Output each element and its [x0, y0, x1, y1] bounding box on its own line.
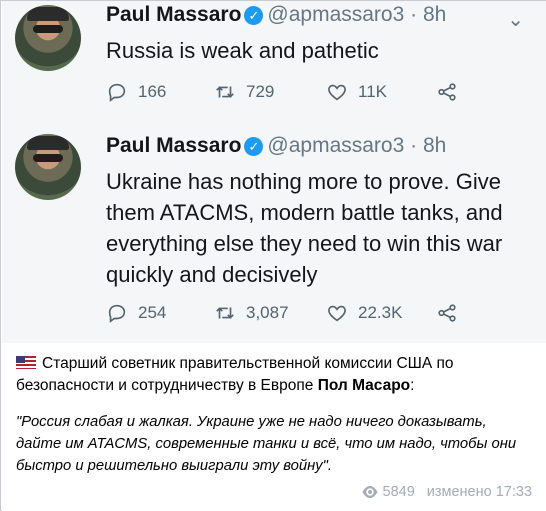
tweet-actions: 166 729 11K	[106, 81, 468, 103]
retweet-count: 3,087	[246, 303, 289, 322]
avatar	[15, 5, 81, 71]
eye-icon	[362, 486, 377, 498]
author-name: Paul Massaro	[106, 3, 242, 26]
like-action: 22.3K	[326, 302, 436, 324]
retweet-action: 3,087	[214, 302, 326, 324]
sunglasses-shape	[33, 154, 63, 162]
tweet-screenshot: Paul Massaro ✓ @apmassaro3 · 8h ⌄ Russia i…	[2, 1, 546, 343]
tweet-text: Russia is weak and pathetic	[106, 38, 379, 63]
edited-label: изменено	[426, 484, 492, 500]
reply-icon	[108, 304, 126, 323]
reply-icon	[108, 83, 126, 102]
cap-shape	[27, 7, 69, 21]
post-meta: 5849 изменено 17:33	[361, 481, 532, 503]
retweet-icon	[216, 307, 234, 319]
like-action: 11K	[326, 81, 436, 103]
reply-action: 254	[106, 302, 214, 324]
caption-intro: Старший советник правительственной комис…	[16, 353, 532, 397]
share-action	[436, 81, 468, 103]
tweet-header: Paul Massaro ✓ @apmassaro3 · 8h	[106, 3, 446, 27]
tweet: Paul Massaro ✓ @apmassaro3 · 8h ⌄ Russia i…	[2, 1, 546, 125]
avatar	[15, 134, 81, 200]
retweet-icon	[216, 86, 234, 98]
verified-badge-icon: ✓	[244, 137, 264, 156]
tweet-text: Ukraine has nothing more to prove. Give …	[106, 169, 503, 287]
more-options-icon: ⌄	[507, 9, 524, 31]
caption-intro-end: :	[410, 377, 415, 394]
heart-icon	[328, 84, 346, 101]
cap-shape	[27, 136, 69, 150]
author-handle: @apmassaro3 · 8h	[267, 3, 447, 26]
reply-count: 254	[138, 303, 167, 322]
retweet-action: 729	[214, 81, 326, 103]
post-caption: Старший советник правительственной комис…	[2, 343, 546, 511]
sunglasses-shape	[33, 25, 63, 33]
post-time: 17:33	[495, 484, 532, 500]
tweet-actions: 254 3,087 22.3K	[106, 302, 468, 324]
telegram-post: Paul Massaro ✓ @apmassaro3 · 8h ⌄ Russia i…	[0, 0, 546, 511]
tweet-header: Paul Massaro ✓ @apmassaro3 · 8h	[106, 134, 446, 158]
view-count: 5849	[382, 484, 415, 500]
retweet-count: 729	[246, 82, 275, 101]
us-flag-icon	[16, 356, 36, 369]
tweet: Paul Massaro ✓ @apmassaro3 · 8h Ukraine ha…	[2, 125, 546, 343]
verified-badge-icon: ✓	[244, 6, 264, 25]
share-icon	[438, 83, 456, 101]
reply-action: 166	[106, 81, 214, 103]
like-count: 11K	[358, 82, 387, 101]
heart-icon	[328, 305, 346, 322]
author-name: Paul Massaro	[106, 134, 242, 157]
share-icon	[438, 304, 456, 322]
caption-quote: "Россия слабая и жалкая. Украине уже не …	[16, 414, 517, 474]
reply-count: 166	[138, 82, 167, 101]
share-action	[436, 302, 468, 324]
author-handle: @apmassaro3 · 8h	[267, 134, 447, 157]
caption-name: Пол Масаро	[317, 377, 411, 394]
like-count: 22.3K	[358, 303, 403, 322]
